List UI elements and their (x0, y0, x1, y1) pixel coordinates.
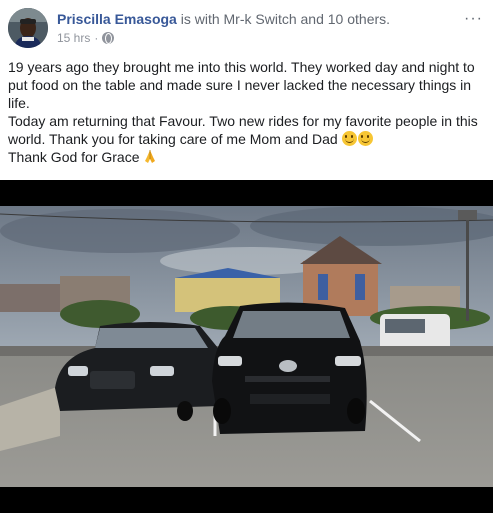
post-text-line-2: Today am returning that Favour. Two new … (8, 113, 478, 147)
facebook-post: Priscilla Emasoga is with Mr-k Switch an… (0, 0, 493, 513)
tagged-people-text[interactable]: is with Mr-k Switch and 10 others. (181, 11, 390, 27)
post-photo-container[interactable] (0, 180, 493, 513)
post-header: Priscilla Emasoga is with Mr-k Switch an… (0, 0, 493, 52)
author-name-link[interactable]: Priscilla Emasoga (57, 11, 177, 27)
post-text-line-3-wrapper: Thank God for Grace (8, 148, 488, 166)
post-text-line-1: 19 years ago they brought me into this w… (8, 59, 475, 111)
meta-separator: · (94, 31, 99, 45)
cars-photo (0, 206, 493, 487)
post-text-line-3: Thank God for Grace (8, 149, 140, 165)
post-timestamp[interactable]: 15 hrs (57, 31, 90, 45)
smiling-face-emoji-icon (357, 131, 373, 146)
post-text: 19 years ago they brought me into this w… (8, 58, 488, 166)
folded-hands-emoji-icon (145, 150, 156, 163)
globe-icon[interactable] (102, 32, 115, 44)
author-line: Priscilla Emasoga is with Mr-k Switch an… (57, 11, 390, 27)
post-text-line-2-wrapper: Today am returning that Favour. Two new … (8, 112, 488, 148)
author-avatar[interactable] (8, 8, 48, 48)
avatar-image (8, 8, 48, 48)
more-options-icon[interactable]: ··· (464, 10, 483, 28)
post-meta: 15 hrs · (57, 31, 115, 45)
smiling-face-emoji-icon (341, 131, 357, 146)
